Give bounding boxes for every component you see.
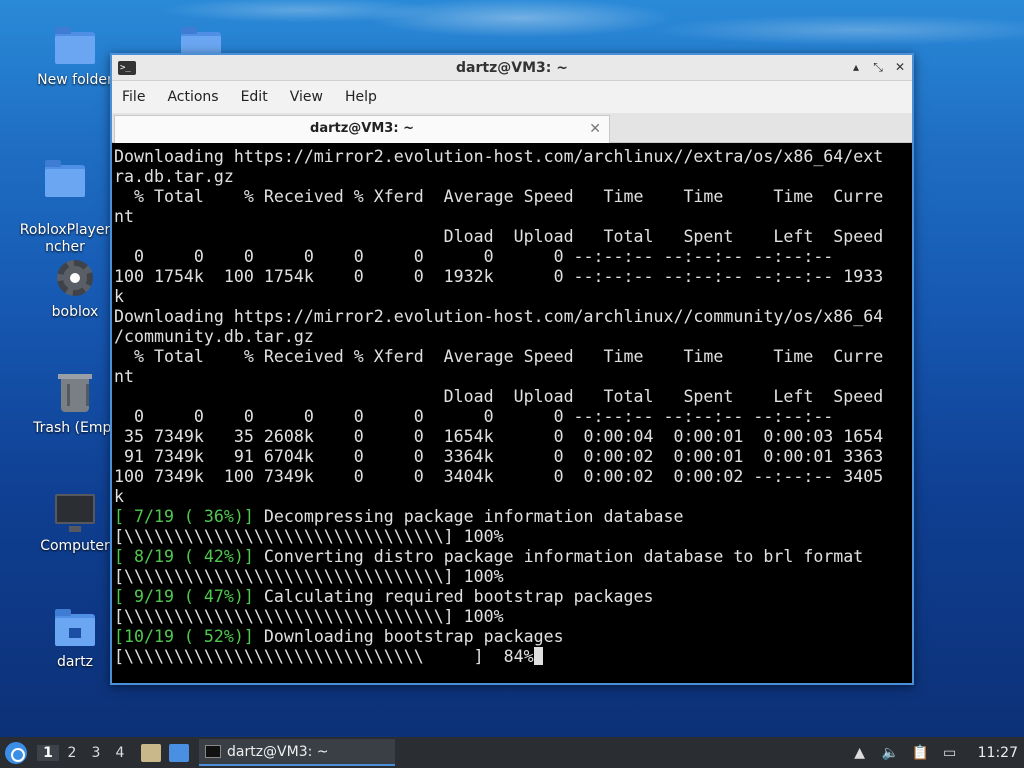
progress-step-line: [10/19 ( 52%)] Downloading bootstrap pac… [114,627,910,647]
terminal-line: 100 7349k 100 7349k 0 0 3404k 0 0:00:02 … [114,467,884,486]
progress-bar-text: [\\\\\\\\\\\\\\\\\\\\\\\\\\\\\\\\] 100% [114,567,504,586]
trash-icon [58,374,92,412]
start-menu-button[interactable] [5,741,27,764]
tab-bar: dartz@VM3: ~ ✕ [112,113,912,143]
workspace-3[interactable]: 3 [85,745,107,761]
progress-bar-text: [\\\\\\\\\\\\\\\\\\\\\\\\\\\\\\\\] 100% [114,527,504,546]
terminal-window: >_ dartz@VM3: ~ ▴ ⤡ ✕ File Actions Edit … [110,53,914,685]
terminal-line: 0 0 0 0 0 0 0 0 --:--:-- --:--:-- --:--:… [114,407,834,426]
folder-icon [55,27,95,64]
terminal-line: Downloading https://mirror2.evolution-ho… [114,147,884,166]
terminal-line: 35 7349k 35 2608k 0 0 1654k 0 0:00:04 0:… [114,427,884,446]
step-description: Downloading bootstrap packages [253,627,564,646]
terminal-output[interactable]: Downloading https://mirror2.evolution-ho… [114,147,910,679]
menu-help[interactable]: Help [345,89,377,105]
terminal-line: Downloading https://mirror2.evolution-ho… [114,307,884,326]
terminal-line: Dload Upload Total Spent Left Speed [114,227,884,246]
terminal-line: % Total % Received % Xferd Average Speed… [114,347,884,366]
show-desktop-icon[interactable] [169,743,189,762]
taskbar: 1 2 3 4 dartz@VM3: ~ ▲ 🔈 📋 ▭ 11:27 [0,737,1024,768]
terminal-line: % Total % Received % Xferd Average Speed… [114,187,884,206]
terminal-icon [205,745,221,758]
terminal-cursor [533,647,543,665]
progress-bar-line: [\\\\\\\\\\\\\\\\\\\\\\\\\\\\\\\\] 100% [114,607,910,627]
updates-icon[interactable]: ▲ [852,745,868,761]
step-description: Decompressing package information databa… [253,507,684,526]
clock[interactable]: 11:27 [978,745,1018,761]
computer-icon [55,494,95,532]
terminal-line: 91 7349k 91 6704k 0 0 3364k 0 0:00:02 0:… [114,447,884,466]
progress-step-line: [ 8/19 ( 42%)] Converting distro package… [114,547,910,567]
workspace-4[interactable]: 4 [109,745,131,761]
menu-view[interactable]: View [290,89,323,105]
home-folder-icon [55,609,95,646]
workspace-2[interactable]: 2 [61,745,83,761]
file-manager-icon[interactable] [141,743,161,762]
progress-step-line: [ 9/19 ( 47%)] Calculating required boot… [114,587,910,607]
progress-step-line: [ 7/19 ( 36%)] Decompressing package inf… [114,507,910,527]
progress-bar-line: [\\\\\\\\\\\\\\\\\\\\\\\\\\\\\\\\] 100% [114,567,910,587]
menu-edit[interactable]: Edit [241,89,268,105]
network-icon[interactable]: ▭ [942,745,958,761]
system-tray: ▲ 🔈 📋 ▭ 11:27 [852,737,1024,768]
window-title: dartz@VM3: ~ [456,59,568,76]
step-description: Converting distro package information da… [253,547,864,566]
terminal-line: /community.db.tar.gz [114,327,314,346]
desktop-icon-robloxplayer[interactable]: RobloxPlayer ncher [10,140,120,273]
minimize-button[interactable]: ▴ [850,59,862,75]
menubar: File Actions Edit View Help [112,81,912,113]
tab-terminal[interactable]: dartz@VM3: ~ ✕ [114,115,610,143]
step-description: Calculating required bootstrap packages [253,587,654,606]
terminal-line: nt [114,207,134,226]
maximize-button[interactable]: ⤡ [872,59,884,75]
progress-bar-line: [\\\\\\\\\\\\\\\\\\\\\\\\\\\\\\ ] 84% [114,647,910,667]
progress-bar-text: [\\\\\\\\\\\\\\\\\\\\\\\\\\\\\\\\] 100% [114,607,504,626]
step-counter: [ 8/19 ( 42%)] [114,547,254,566]
progress-bar-text: [\\\\\\\\\\\\\\\\\\\\\\\\\\\\\\ ] 84% [114,647,534,666]
menu-actions[interactable]: Actions [167,89,218,105]
window-titlebar[interactable]: >_ dartz@VM3: ~ ▴ ⤡ ✕ [112,55,912,81]
terminal-line: nt [114,367,134,386]
step-counter: [ 7/19 ( 36%)] [114,507,254,526]
tab-close-icon[interactable]: ✕ [589,116,601,142]
volume-icon[interactable]: 🔈 [882,745,899,761]
terminal-line: 0 0 0 0 0 0 0 0 --:--:-- --:--:-- --:--:… [114,247,834,266]
folder-icon [45,160,85,197]
taskbar-task-terminal[interactable]: dartz@VM3: ~ [199,739,395,766]
clipboard-icon[interactable]: 📋 [912,745,929,761]
terminal-line: ra.db.tar.gz [114,167,234,186]
menu-file[interactable]: File [122,89,145,105]
task-label: dartz@VM3: ~ [227,743,329,760]
workspace-1[interactable]: 1 [37,744,59,761]
step-counter: [ 9/19 ( 47%)] [114,587,254,606]
tab-label: dartz@VM3: ~ [310,121,414,136]
terminal-line: k [114,487,124,506]
step-counter: [10/19 ( 52%)] [114,627,254,646]
desktop-icon-label: RobloxPlayer ncher [19,222,111,255]
terminal-line: Dload Upload Total Spent Left Speed [114,387,884,406]
close-button[interactable]: ✕ [894,59,906,75]
terminal-line: 100 1754k 100 1754k 0 0 1932k 0 --:--:--… [114,267,884,286]
terminal-line: k [114,287,124,306]
gear-icon [57,260,93,296]
progress-bar-line: [\\\\\\\\\\\\\\\\\\\\\\\\\\\\\\\\] 100% [114,527,910,547]
